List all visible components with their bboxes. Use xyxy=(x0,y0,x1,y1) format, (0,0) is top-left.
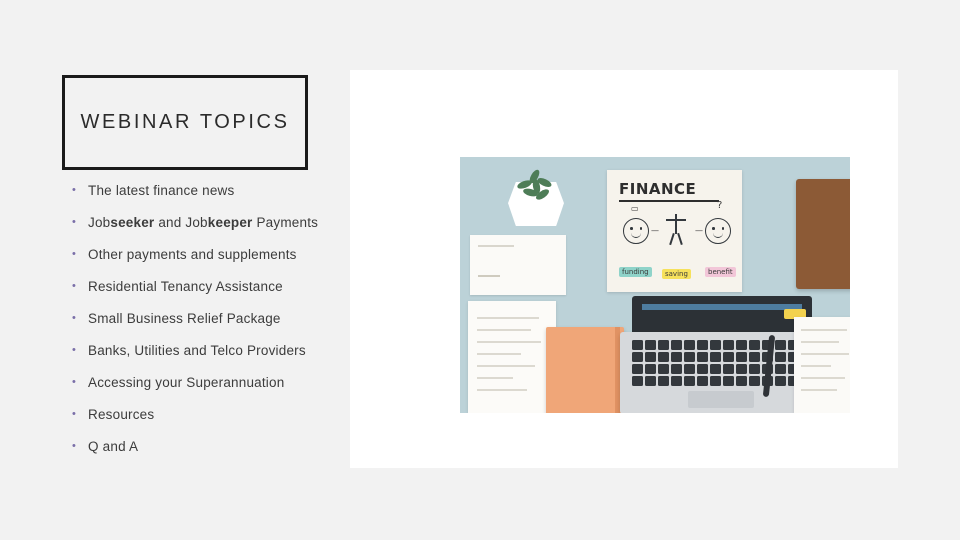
dash-mark: — xyxy=(695,226,703,235)
bullet-marker-icon: • xyxy=(72,408,77,420)
list-item: • The latest finance news xyxy=(62,182,324,199)
list-item-text: Resources xyxy=(88,407,155,422)
photo-frame: FINANCE — — ▭ ? funding saving benefit xyxy=(350,70,898,468)
stick-figure-icon xyxy=(665,214,687,250)
poster-label-saving: saving xyxy=(662,269,691,279)
list-item: • Accessing your Superannuation xyxy=(62,374,324,391)
leather-notebook xyxy=(796,179,850,289)
photo-inner-mat: FINANCE — — ▭ ? funding saving benefit xyxy=(370,87,878,451)
list-item: • Residential Tenancy Assistance xyxy=(62,278,324,295)
orange-notebook xyxy=(546,327,624,413)
list-item: • Resources xyxy=(62,406,324,423)
question-mark-icon: ? xyxy=(717,200,723,211)
bullet-marker-icon: • xyxy=(72,312,77,324)
bullet-marker-icon: • xyxy=(72,248,77,260)
list-item: • Other payments and supplements xyxy=(62,246,324,263)
list-item-text: Jobseeker and Jobkeeper Payments xyxy=(88,215,319,230)
list-item-text: The latest finance news xyxy=(88,183,235,198)
bullet-marker-icon: • xyxy=(72,216,77,228)
bullet-marker-icon: • xyxy=(72,344,77,356)
list-item: • Q and A xyxy=(62,438,324,455)
bullet-marker-icon: • xyxy=(72,440,77,452)
list-item-text: Accessing your Superannuation xyxy=(88,375,285,390)
list-item-text: Other payments and supplements xyxy=(88,247,297,262)
laptop-keyboard xyxy=(632,340,812,386)
face-drawing-icon xyxy=(623,218,649,244)
title-box: WEBINAR TOPICS xyxy=(62,75,308,170)
poster-title: FINANCE xyxy=(619,180,697,198)
list-item-text: Residential Tenancy Assistance xyxy=(88,279,283,294)
list-item: • Small Business Relief Package xyxy=(62,310,324,327)
list-item: • Banks, Utilities and Telco Providers xyxy=(62,342,324,359)
money-note-icon: ▭ xyxy=(631,204,639,213)
poster-underline xyxy=(619,200,719,202)
slide: WEBINAR TOPICS • The latest finance news… xyxy=(0,0,960,540)
desk-photo: FINANCE — — ▭ ? funding saving benefit xyxy=(460,157,850,413)
right-paper-card xyxy=(794,317,850,413)
finance-poster: FINANCE — — ▭ ? funding saving benefit xyxy=(607,170,742,292)
bullet-marker-icon: • xyxy=(72,280,77,292)
plant-leaves-icon xyxy=(515,168,557,205)
notepad xyxy=(468,301,556,413)
page-title: WEBINAR TOPICS xyxy=(80,111,290,133)
laptop-trackpad xyxy=(688,391,754,408)
list-item-text: Q and A xyxy=(88,439,139,454)
list-item-text: Small Business Relief Package xyxy=(88,311,281,326)
bullet-marker-icon: • xyxy=(72,184,77,196)
poster-label-funding: funding xyxy=(619,267,652,277)
topics-list: • The latest finance news • Jobseeker an… xyxy=(62,182,324,470)
list-item: • Jobseeker and Jobkeeper Payments xyxy=(62,214,324,231)
list-item-text: Banks, Utilities and Telco Providers xyxy=(88,343,306,358)
dash-mark: — xyxy=(651,226,659,235)
face-drawing-icon xyxy=(705,218,731,244)
poster-label-benefit: benefit xyxy=(705,267,736,277)
bullet-marker-icon: • xyxy=(72,376,77,388)
paper-card xyxy=(470,235,566,295)
